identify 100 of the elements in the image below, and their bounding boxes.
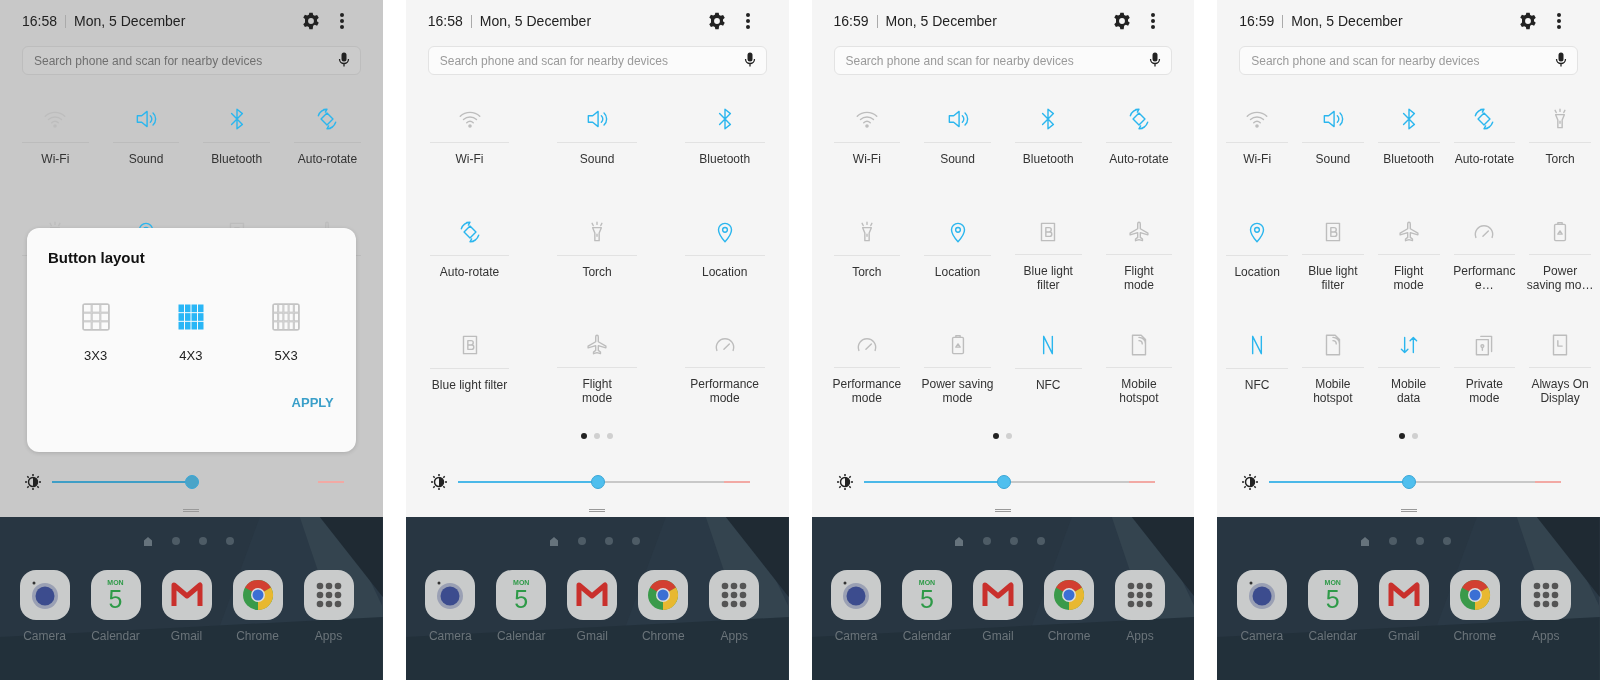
slider-thumb[interactable] [590,475,605,489]
apps-grid-icon[interactable] [1115,570,1165,620]
camera-app-icon[interactable] [19,570,70,620]
quick-toggle[interactable]: Sound [1295,96,1371,179]
quick-toggle[interactable]: Power saving mode [912,322,1003,405]
quick-toggle[interactable]: Sound [533,96,661,179]
layout-option[interactable]: 4X3 [143,302,239,363]
grid-icon [271,302,302,332]
apps-grid-icon[interactable] [709,570,760,620]
page-dot [983,537,992,545]
brightness-slider[interactable] [863,475,1156,489]
more-options-icon[interactable] [338,12,345,30]
microphone-icon[interactable] [1148,52,1163,68]
browser-app-icon[interactable] [1449,570,1500,620]
drag-handle[interactable] [589,509,606,512]
search-field[interactable]: Search phone and scan for nearby devices [427,46,767,75]
quick-toggle[interactable]: Wi-Fi [405,96,534,179]
settings-icon[interactable] [300,11,321,31]
apps-grid-icon[interactable] [303,570,354,620]
apps-grid-icon[interactable] [1520,570,1571,620]
quick-toggle[interactable]: Wi-Fi [1219,96,1295,179]
slider-thumb[interactable] [1402,475,1417,489]
date-text: Mon, 5 December [74,13,186,29]
mail-app-icon[interactable] [1378,570,1429,620]
settings-icon[interactable] [1518,11,1538,31]
page-dot[interactable] [1399,433,1406,439]
quick-toggle[interactable]: Blue light filter [1295,209,1371,292]
quick-toggle[interactable]: NFC [1219,322,1295,405]
quick-toggle[interactable]: Location [1219,209,1295,292]
quick-toggle[interactable]: Bluetooth [1370,96,1447,179]
quick-toggle[interactable]: Mobile hotspot [1093,322,1185,405]
page-dot[interactable] [607,433,614,439]
camera-app-icon[interactable] [425,570,476,620]
layout-option[interactable]: 5X3 [238,302,334,363]
quick-toggle[interactable]: Bluetooth [191,96,283,179]
drag-handle[interactable] [183,509,200,512]
brightness-slider[interactable] [457,475,750,489]
browser-app-icon[interactable] [1044,570,1094,620]
quick-toggle[interactable]: Performanc e… [1446,209,1523,292]
layout-option[interactable]: 3X3 [48,302,144,363]
page-dot[interactable] [1006,433,1013,439]
microphone-icon[interactable] [742,52,757,68]
microphone-icon[interactable] [336,52,351,68]
quick-toggle[interactable]: Flight mode [1093,209,1185,292]
quick-toggle[interactable]: Location [912,209,1003,292]
page-dot[interactable] [1412,433,1419,439]
quick-toggle[interactable]: Auto-rotate [405,209,534,292]
quick-toggle[interactable]: Flight mode [533,322,661,405]
quick-toggle[interactable]: Torch [1522,96,1598,179]
mail-app-icon[interactable] [161,570,212,620]
search-field[interactable]: Search phone and scan for nearby devices [833,46,1173,75]
quick-toggle[interactable]: Performance mode [660,322,789,405]
slider-thumb[interactable] [996,475,1011,489]
quick-toggle[interactable]: Auto-rotate [1093,96,1185,179]
quick-toggle[interactable]: Torch [533,209,661,292]
browser-app-icon[interactable] [232,570,283,620]
search-field[interactable]: Search phone and scan for nearby devices [22,46,361,75]
more-options-icon[interactable] [1150,12,1157,30]
quick-toggle[interactable]: Blue light filter [1002,209,1094,292]
browser-app-icon[interactable] [638,570,689,620]
mail-app-icon[interactable] [973,570,1023,620]
quick-toggle[interactable]: NFC [1002,322,1094,405]
quick-toggle[interactable]: Power saving mo… [1522,209,1598,292]
microphone-icon[interactable] [1554,52,1568,68]
drag-handle[interactable] [994,509,1011,512]
quick-toggle[interactable]: Flight mode [1370,209,1447,292]
page-dot[interactable] [993,433,1000,439]
brightness-slider[interactable] [1269,475,1561,489]
more-options-icon[interactable] [744,12,751,30]
date-text: Mon, 5 December [885,13,997,29]
quick-toggle[interactable]: Bluetooth [660,96,789,179]
brightness-slider[interactable] [52,475,344,489]
quick-toggle[interactable]: Sound [912,96,1003,179]
quick-toggle[interactable]: Always On Display [1522,322,1598,405]
slider-thumb[interactable] [185,475,200,489]
quick-toggle[interactable]: Blue light filter [405,322,534,405]
quick-toggle[interactable]: Sound [100,96,192,179]
quick-toggle[interactable]: Wi-Fi [10,96,101,179]
camera-app-icon[interactable] [831,570,881,620]
page-dot[interactable] [581,433,588,439]
quick-toggle[interactable]: Torch [821,209,913,292]
quick-toggle[interactable]: Private mode [1446,322,1523,405]
settings-icon[interactable] [1112,11,1133,31]
drag-handle[interactable] [1400,509,1417,512]
settings-icon[interactable] [706,11,727,31]
calendar-day: 5 [108,586,123,612]
quick-toggle[interactable]: Mobile hotspot [1295,322,1371,405]
quick-toggle[interactable]: Bluetooth [1002,96,1094,179]
quick-toggle[interactable]: Auto-rotate [1446,96,1523,179]
quick-toggle[interactable]: Performance mode [821,322,913,405]
search-field[interactable]: Search phone and scan for nearby devices [1239,46,1578,75]
page-dot [631,537,640,545]
mail-app-icon[interactable] [567,570,618,620]
more-options-icon[interactable] [1556,12,1562,30]
quick-toggle[interactable]: Mobile data [1370,322,1447,405]
camera-app-icon[interactable] [1236,570,1287,620]
page-dot[interactable] [594,433,601,439]
quick-toggle[interactable]: Location [660,209,789,292]
quick-toggle[interactable]: Wi-Fi [821,96,913,179]
quick-toggle[interactable]: Auto-rotate [282,96,373,179]
